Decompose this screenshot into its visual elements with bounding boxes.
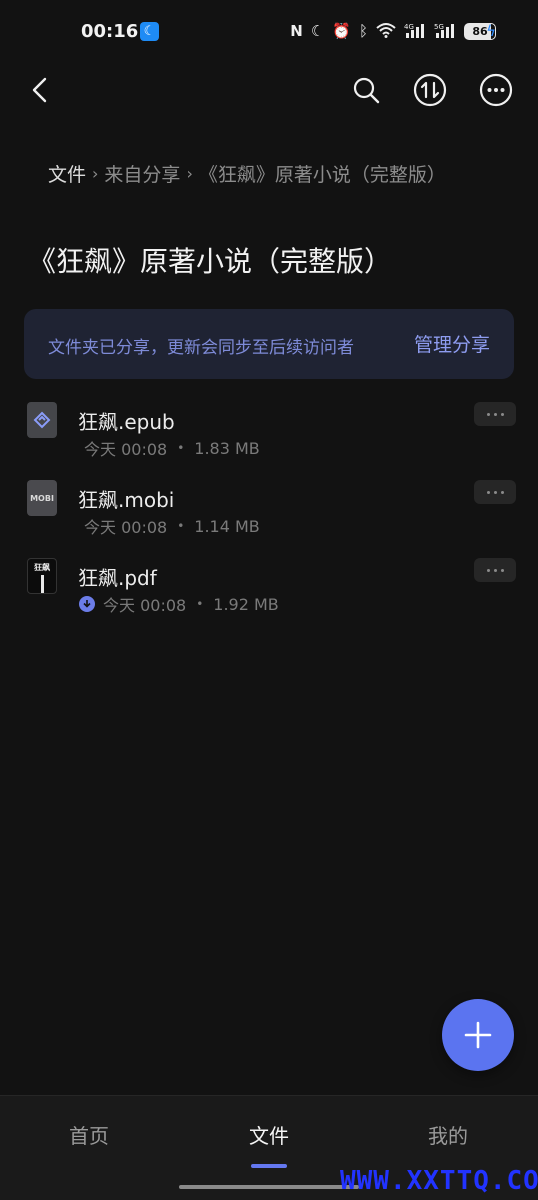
pdf-cover-title: 狂飙 <box>34 563 50 572</box>
file-meta: 今天 00:08 • 1.92 MB <box>79 592 279 616</box>
share-banner: 文件夹已分享，更新会同步至后续访问者 管理分享 <box>24 309 514 379</box>
file-name: 狂飙.mobi <box>78 488 175 512</box>
mobi-icon-label: MOBI <box>30 493 54 503</box>
status-time: 00:16 <box>81 21 139 42</box>
top-bar <box>0 62 538 118</box>
chevron-right-icon: › <box>186 164 193 183</box>
file-row-pdf[interactable]: 狂飙 狂飙.pdf 今天 00:08 • 1.92 MB <box>0 546 538 624</box>
battery-level: 86 <box>472 24 488 38</box>
file-time: 今天 00:08 <box>103 596 187 615</box>
file-meta: 今天 00:08 • 1.83 MB <box>84 436 260 460</box>
breadcrumb-middle[interactable]: 来自分享 <box>104 160 180 187</box>
alarm-icon: ⏰ <box>332 21 351 40</box>
page-title: 《狂飙》原著小说（完整版） <box>28 245 393 278</box>
file-size: 1.92 MB <box>213 594 279 614</box>
breadcrumb: 文件 › 来自分享 › 《狂飙》原著小说（完整版） <box>48 160 446 187</box>
home-indicator[interactable] <box>179 1185 359 1189</box>
nav-mine[interactable]: 我的 <box>428 1120 468 1149</box>
watermark: WWW.XXTTQ.COM <box>340 1166 538 1196</box>
search-icon <box>353 77 380 104</box>
mobi-file-icon: MOBI <box>27 480 57 516</box>
downloaded-icon <box>79 596 95 612</box>
transfer-button[interactable] <box>412 72 448 108</box>
epub-file-icon <box>27 402 57 438</box>
file-meta: 今天 00:08 • 1.14 MB <box>84 514 260 538</box>
status-icons: N ☾ ⏰ ᛒ 4G 5G 86 <box>290 20 496 42</box>
wifi-icon <box>376 22 396 41</box>
file-row-mobi[interactable]: MOBI 狂飙.mobi 今天 00:08 • 1.14 MB <box>0 468 538 546</box>
separator-dot: • <box>177 441 185 455</box>
file-row-epub[interactable]: 狂飙.epub 今天 00:08 • 1.83 MB <box>0 390 538 468</box>
file-more-button[interactable] <box>474 558 516 582</box>
back-button[interactable] <box>22 72 58 108</box>
chevron-right-icon: › <box>92 164 99 183</box>
nav-files[interactable]: 文件 <box>249 1120 289 1149</box>
back-arrow-icon <box>32 77 47 103</box>
screen: 00:16 ☾ N ☾ ⏰ ᛒ 4G 5G 86 ϟ 文件 › 来自分享 › 《… <box>0 0 538 1200</box>
search-button[interactable] <box>348 72 384 108</box>
transfer-icon <box>413 73 447 107</box>
active-tab-indicator <box>251 1164 287 1168</box>
separator-dot: • <box>177 519 185 533</box>
bluetooth-icon: ᛒ <box>358 21 368 40</box>
file-time: 今天 00:08 <box>84 440 168 459</box>
bottom-nav: 首页 文件 我的 WWW.XXTTQ.COM <box>0 1095 538 1200</box>
signal-4g-label: 4G <box>404 23 414 31</box>
breadcrumb-root[interactable]: 文件 <box>48 160 86 187</box>
file-name: 狂飙.epub <box>78 410 175 434</box>
file-size: 1.83 MB <box>194 438 260 458</box>
file-more-button[interactable] <box>474 402 516 426</box>
status-bar: 00:16 ☾ N ☾ ⏰ ᛒ 4G 5G 86 ϟ <box>0 0 538 62</box>
manage-share-link[interactable]: 管理分享 <box>414 330 490 357</box>
moon-icon: ☾ <box>310 21 325 40</box>
signal-4g-icon: 4G <box>404 22 426 41</box>
nav-home[interactable]: 首页 <box>69 1120 109 1149</box>
signal-5g-label: 5G <box>434 23 444 31</box>
nfc-icon: N <box>290 21 303 40</box>
add-button[interactable] <box>442 999 514 1071</box>
signal-5g-icon: 5G <box>434 22 456 41</box>
file-size: 1.14 MB <box>194 516 260 536</box>
file-time: 今天 00:08 <box>84 518 168 537</box>
breadcrumb-current: 《狂飙》原著小说（完整版） <box>198 164 446 186</box>
share-banner-text: 文件夹已分享，更新会同步至后续访问者 <box>48 338 354 358</box>
more-icon <box>479 73 513 107</box>
file-more-button[interactable] <box>474 480 516 504</box>
plus-icon <box>464 1021 492 1049</box>
moon-app-icon: ☾ <box>140 22 159 41</box>
pdf-file-icon: 狂飙 <box>27 558 57 594</box>
separator-dot: • <box>196 597 204 611</box>
file-name: 狂飙.pdf <box>78 566 157 590</box>
more-options-button[interactable] <box>478 72 514 108</box>
